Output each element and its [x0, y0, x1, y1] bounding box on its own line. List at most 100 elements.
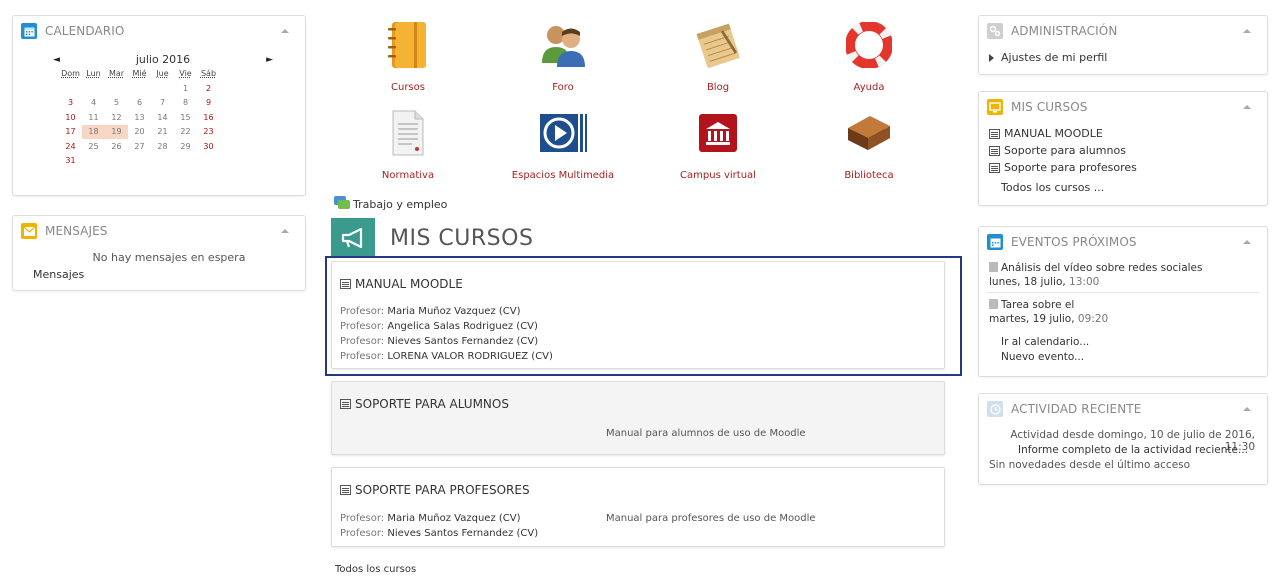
- event-date[interactable]: martes, 19 julio,: [989, 313, 1075, 325]
- calendar-day[interactable]: 13: [128, 111, 151, 125]
- calendar-day[interactable]: 18: [82, 125, 105, 140]
- tile-label: Normativa: [381, 170, 435, 181]
- calendar-day[interactable]: 20: [128, 125, 151, 139]
- course-link[interactable]: MANUAL MOODLE: [340, 277, 463, 291]
- teacher-line: Profesor: Nieves Santos Fernandez (CV): [340, 528, 538, 539]
- calendar-day[interactable]: 22: [174, 125, 197, 139]
- teacher-line: Profesor: Maria Muñoz Vazquez (CV): [340, 306, 521, 317]
- calendar-day[interactable]: 29: [174, 140, 197, 154]
- collapse-caret-icon[interactable]: [1243, 29, 1251, 33]
- my-course-link[interactable]: MANUAL MOODLE: [989, 127, 1103, 140]
- calendar-day[interactable]: 16: [197, 111, 220, 125]
- bank-icon: [693, 108, 743, 158]
- tile-cursos[interactable]: Cursos: [338, 20, 478, 93]
- calendar-day[interactable]: 30: [197, 140, 220, 154]
- messages-header[interactable]: MENSAJES: [13, 216, 305, 246]
- tile-normativa[interactable]: Normativa: [338, 108, 478, 181]
- collapse-caret-icon[interactable]: [1243, 240, 1251, 244]
- calendar-day[interactable]: 1: [174, 82, 197, 96]
- calendar-day[interactable]: 21: [151, 125, 174, 139]
- collapse-caret-icon[interactable]: [1243, 105, 1251, 109]
- calendar-day[interactable]: 14: [151, 111, 174, 125]
- calendar-day[interactable]: 19: [105, 125, 128, 140]
- calendar-day[interactable]: 2: [197, 82, 220, 96]
- calendar-day[interactable]: 11: [82, 111, 105, 125]
- calendar-day[interactable]: 28: [151, 140, 174, 154]
- teacher-link[interactable]: Maria Muñoz Vazquez (CV): [387, 306, 520, 317]
- tile-campus-virtual[interactable]: Campus virtual: [648, 108, 788, 181]
- course-icon: [989, 162, 1000, 173]
- next-month-icon[interactable]: ►: [266, 55, 273, 65]
- event-date[interactable]: lunes, 18 julio,: [989, 276, 1066, 288]
- course-link[interactable]: SOPORTE PARA PROFESORES: [340, 483, 530, 497]
- calendar-empty-cell: [151, 154, 174, 168]
- calendar-day[interactable]: 4: [82, 96, 105, 110]
- my-course-link[interactable]: Soporte para alumnos: [989, 144, 1126, 157]
- assignment-icon[interactable]: [989, 262, 998, 272]
- teacher-link[interactable]: Nieves Santos Fernandez (CV): [387, 528, 538, 539]
- calendar-day[interactable]: 8: [174, 96, 197, 110]
- calendar-day[interactable]: 5: [105, 96, 128, 110]
- my-course-link[interactable]: Soporte para profesores: [989, 161, 1137, 174]
- activity-report-link[interactable]: Informe completo de la actividad recient…: [979, 444, 1267, 456]
- event-link[interactable]: Análisis del vídeo sobre redes sociales: [1001, 262, 1203, 274]
- teacher-prefix: Profesor:: [340, 336, 388, 347]
- calendar-week-row: 31: [59, 154, 220, 169]
- calendar-day[interactable]: 26: [105, 140, 128, 154]
- my-courses-block: MIS CURSOS MANUAL MOODLE Soporte para al…: [978, 91, 1268, 206]
- calendar-day[interactable]: 6: [128, 96, 151, 110]
- calendar-day[interactable]: 15: [174, 111, 197, 125]
- all-courses-link[interactable]: Todos los cursos: [335, 564, 416, 575]
- calendar-day[interactable]: 27: [128, 140, 151, 154]
- collapse-caret-icon[interactable]: [281, 229, 289, 233]
- teacher-line: Profesor: Maria Muñoz Vazquez (CV): [340, 513, 521, 524]
- calendar-day[interactable]: 25: [82, 140, 105, 154]
- teacher-link[interactable]: LORENA VALOR RODRIGUEZ (CV): [387, 351, 553, 362]
- tile-ayuda[interactable]: Ayuda: [799, 20, 939, 93]
- events-title: EVENTOS PRÓXIMOS: [1011, 235, 1137, 249]
- teacher-link[interactable]: Maria Muñoz Vazquez (CV): [387, 513, 520, 524]
- all-courses-link[interactable]: Todos los cursos ...: [1001, 181, 1104, 194]
- calendar-day[interactable]: 10: [59, 111, 82, 125]
- teacher-link[interactable]: Angelica Salas Rodriguez (CV): [387, 321, 538, 332]
- course-icon: [989, 128, 1000, 139]
- calendar-month-link[interactable]: julio 2016: [136, 53, 190, 66]
- tile-espacios-multimedia[interactable]: Espacios Multimedia: [493, 108, 633, 181]
- my-courses-header[interactable]: MIS CURSOS: [979, 92, 1267, 122]
- calendar-day[interactable]: 23: [197, 125, 220, 139]
- prev-month-icon[interactable]: ◄: [53, 55, 60, 65]
- tile-biblioteca[interactable]: Biblioteca: [799, 108, 939, 181]
- megaphone-icon: [331, 218, 375, 258]
- collapse-caret-icon[interactable]: [281, 29, 289, 33]
- admin-header[interactable]: ADMINISTRACIÓN: [979, 16, 1267, 46]
- event-link[interactable]: Tarea sobre el: [1001, 299, 1074, 311]
- tile-foro[interactable]: Foro: [493, 20, 633, 93]
- calendar-day[interactable]: 7: [151, 96, 174, 110]
- assignment-icon[interactable]: [989, 299, 998, 309]
- messages-link[interactable]: Mensajes: [33, 268, 84, 281]
- go-to-calendar-link[interactable]: Ir al calendario...: [1001, 336, 1089, 348]
- tile-blog[interactable]: Blog: [648, 20, 788, 93]
- calendar-day[interactable]: 12: [105, 111, 128, 125]
- monitor-icon: [987, 99, 1003, 115]
- profile-settings-link[interactable]: Ajustes de mi perfil: [989, 51, 1107, 64]
- activity-header[interactable]: ACTIVIDAD RECIENTE: [979, 394, 1267, 424]
- events-header[interactable]: EVENTOS PRÓXIMOS: [979, 227, 1267, 257]
- trabajo-empleo-link[interactable]: Trabajo y empleo: [334, 196, 447, 213]
- calendar-day[interactable]: 3: [59, 96, 82, 110]
- weekday-label: Mié: [132, 69, 147, 79]
- calendar-grid: Dom Lun Mar Mié Jue Vie Sáb 1 2 3 4 5 6 7 8 9 10 11 12 13 14…: [59, 67, 220, 169]
- course-link[interactable]: SOPORTE PARA ALUMNOS: [340, 397, 509, 411]
- calendar-day[interactable]: 17: [59, 125, 82, 139]
- calendar-header[interactable]: CALENDARIO: [13, 16, 305, 46]
- calendar-week-row: 17 18 19 20 21 22 23: [59, 125, 220, 140]
- teacher-link[interactable]: Nieves Santos Fernandez (CV): [387, 336, 538, 347]
- calendar-day[interactable]: 24: [59, 140, 82, 154]
- new-event-link[interactable]: Nuevo evento...: [1001, 351, 1084, 363]
- calendar-day[interactable]: 31: [59, 154, 82, 168]
- collapse-caret-icon[interactable]: [1243, 407, 1251, 411]
- event-item: Análisis del vídeo sobre redes sociales …: [989, 261, 1203, 289]
- calendar-day[interactable]: 9: [197, 96, 220, 110]
- weekday-label: Mar: [108, 69, 125, 79]
- course-card-manual-moodle: MANUAL MOODLE Profesor: Maria Muñoz Vazq…: [331, 261, 945, 369]
